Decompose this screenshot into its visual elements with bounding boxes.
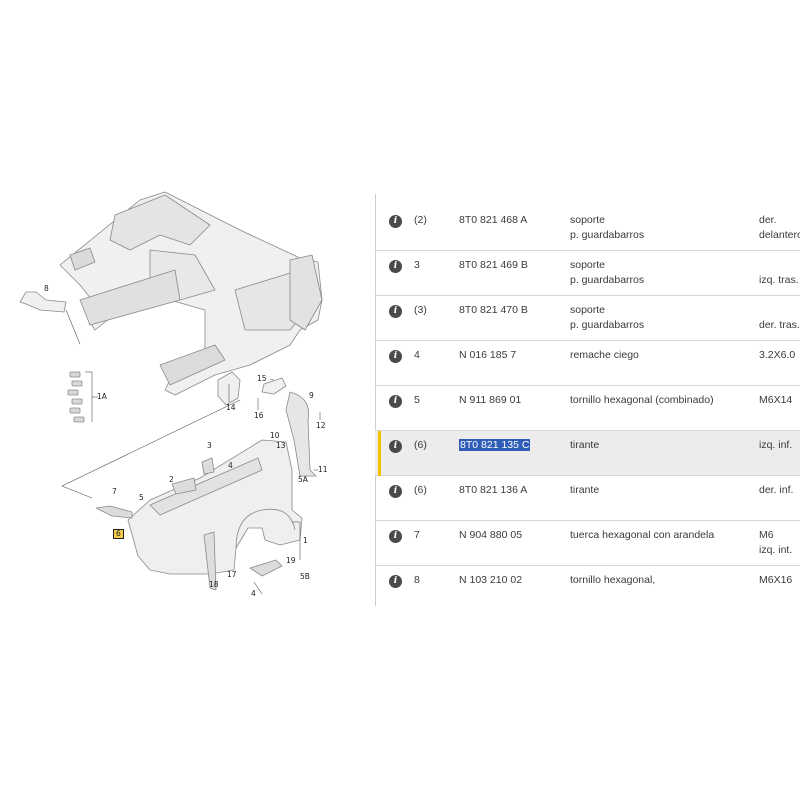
part-number-text: N 911 869 01 [459, 394, 522, 406]
part-number-cell[interactable]: 8T0 821 136 A [459, 483, 527, 498]
description-line-2: p. guardabarros [570, 229, 645, 241]
info-icon[interactable]: i [389, 305, 402, 318]
info-icon[interactable]: i [389, 485, 402, 498]
table-row[interactable]: i (2) 8T0 821 468 A soporte p. guardabarros d… [375, 206, 800, 251]
callout-4[interactable]: 4 [228, 462, 233, 470]
part-number-cell[interactable]: N 904 880 05 [459, 528, 522, 543]
description-line-2: p. guardabarros [570, 274, 645, 286]
callout-13[interactable]: 13 [276, 442, 286, 450]
part-number-text: 8T0 821 469 B [459, 259, 528, 271]
table-row-selected[interactable]: i (6) 8T0 821 135 C tirante izq. inf. [375, 431, 800, 476]
description-line-1: tornillo hexagonal (combinado) [570, 394, 714, 406]
description-line-1: remache ciego [570, 349, 639, 361]
description-line-1: soporte [570, 214, 606, 226]
note-line-1: 3.2X6.0 [759, 349, 796, 361]
info-icon[interactable]: i [389, 575, 402, 588]
description-line-2: p. guardabarros [570, 319, 645, 331]
table-row[interactable]: i 3 8T0 821 469 B soporte p. guardabarros izq… [375, 251, 800, 296]
callout-3[interactable]: 3 [207, 442, 212, 450]
parts-diagram: 8 1A 15 9 14 16 10 12 13 3 4 2 5 7 6 11 … [0, 0, 375, 800]
part-number-cell[interactable]: 8T0 821 468 A [459, 213, 527, 228]
position-cell: 5 [414, 394, 420, 406]
info-icon[interactable]: i [389, 530, 402, 543]
info-icon[interactable]: i [389, 215, 402, 228]
position-cell: (6) [414, 484, 427, 496]
part-number-cell[interactable]: N 016 185 7 [459, 348, 516, 363]
position-cell: (2) [414, 214, 427, 226]
table-row[interactable]: i (3) 8T0 821 470 B soporte p. guardabarros d… [375, 296, 800, 341]
part-number-text: N 016 185 7 [459, 349, 517, 361]
part-number-text: 8T0 821 136 A [459, 484, 528, 496]
description-line-1: soporte [570, 304, 606, 316]
table-row[interactable]: i5 N 911 869 01 tornillo hexagonal (combin… [375, 386, 800, 431]
callout-2[interactable]: 2 [169, 476, 174, 484]
position-cell: 4 [414, 349, 420, 361]
part-number-cell[interactable]: 8T0 821 470 B [459, 303, 528, 318]
callout-9[interactable]: 9 [309, 392, 314, 400]
note-line-2: izq. tras. [759, 274, 799, 286]
part-number-text: 8T0 821 135 C [459, 439, 531, 451]
callout-8-top[interactable]: 8 [44, 285, 49, 293]
info-icon[interactable]: i [389, 440, 402, 453]
note-line-2: izq. int. [759, 544, 793, 556]
callout-5[interactable]: 5 [139, 494, 144, 502]
callout-16[interactable]: 16 [254, 412, 264, 420]
description-line-1: tirante [570, 439, 600, 451]
info-icon[interactable]: i [389, 260, 402, 273]
info-icon[interactable]: i [389, 350, 402, 363]
description-line-1: tornillo hexagonal, [570, 574, 656, 586]
note-line-2: delantero [759, 229, 800, 241]
note-line-1: der. inf. [759, 484, 794, 496]
table-row[interactable]: i8 N 103 210 02 tornillo hexagonal, M6X16 [375, 566, 800, 606]
part-number-cell[interactable]: N 103 210 02 [459, 573, 522, 588]
callout-1A[interactable]: 1A [97, 393, 107, 401]
callout-14[interactable]: 14 [226, 404, 236, 412]
parts-list-panel: i (2) 8T0 821 468 A soporte p. guardabarros d… [375, 194, 800, 606]
callout-11[interactable]: 11 [318, 466, 328, 474]
selection-indicator [378, 431, 381, 476]
callout-7[interactable]: 7 [112, 488, 117, 496]
callout-5A[interactable]: 5A [298, 476, 308, 484]
position-cell: (6) [414, 439, 427, 451]
callout-4-bottom[interactable]: 4 [251, 590, 256, 598]
info-icon[interactable]: i [389, 395, 402, 408]
callout-5B[interactable]: 5B [300, 573, 310, 581]
callout-19[interactable]: 19 [286, 557, 296, 565]
description-line-1: tuerca hexagonal con arandela [570, 529, 715, 541]
callout-6-highlighted[interactable]: 6 [113, 529, 124, 539]
callout-17[interactable]: 17 [227, 571, 237, 579]
callout-15[interactable]: 15 [257, 375, 267, 383]
part-number-text: 8T0 821 470 B [459, 304, 528, 316]
part-number-cell[interactable]: 8T0 821 135 C [459, 438, 531, 453]
note-line-1: M6X14 [759, 394, 793, 406]
callout-18[interactable]: 18 [209, 581, 219, 589]
note-line-1: der. [759, 214, 777, 226]
note-line-1: M6X16 [759, 574, 793, 586]
note-line-1: izq. inf. [759, 439, 793, 451]
note-line-1: M6 [759, 529, 774, 541]
part-number-text: N 904 880 05 [459, 529, 523, 541]
description-line-1: tirante [570, 484, 600, 496]
position-cell: 8 [414, 574, 420, 586]
part-number-text: 8T0 821 468 A [459, 214, 528, 226]
part-number-text: N 103 210 02 [459, 574, 523, 586]
position-cell: 7 [414, 529, 420, 541]
position-cell: 3 [414, 259, 420, 271]
part-number-cell[interactable]: 8T0 821 469 B [459, 258, 528, 273]
table-row[interactable]: i7 N 904 880 05 tuerca hexagonal con arand… [375, 521, 800, 566]
exploded-view-drawing [19, 191, 323, 595]
callout-10[interactable]: 10 [270, 432, 280, 440]
callout-12[interactable]: 12 [316, 422, 326, 430]
position-cell: (3) [414, 304, 427, 316]
part-number-cell[interactable]: N 911 869 01 [459, 393, 521, 408]
table-row[interactable]: i (6) 8T0 821 136 A tirante der. inf. [375, 476, 800, 521]
description-line-1: soporte [570, 259, 606, 271]
table-row[interactable]: i4 N 016 185 7 remache ciego 3.2X6.0 [375, 341, 800, 386]
callout-1[interactable]: 1 [303, 537, 308, 545]
note-line-2: der. tras. [759, 319, 800, 331]
